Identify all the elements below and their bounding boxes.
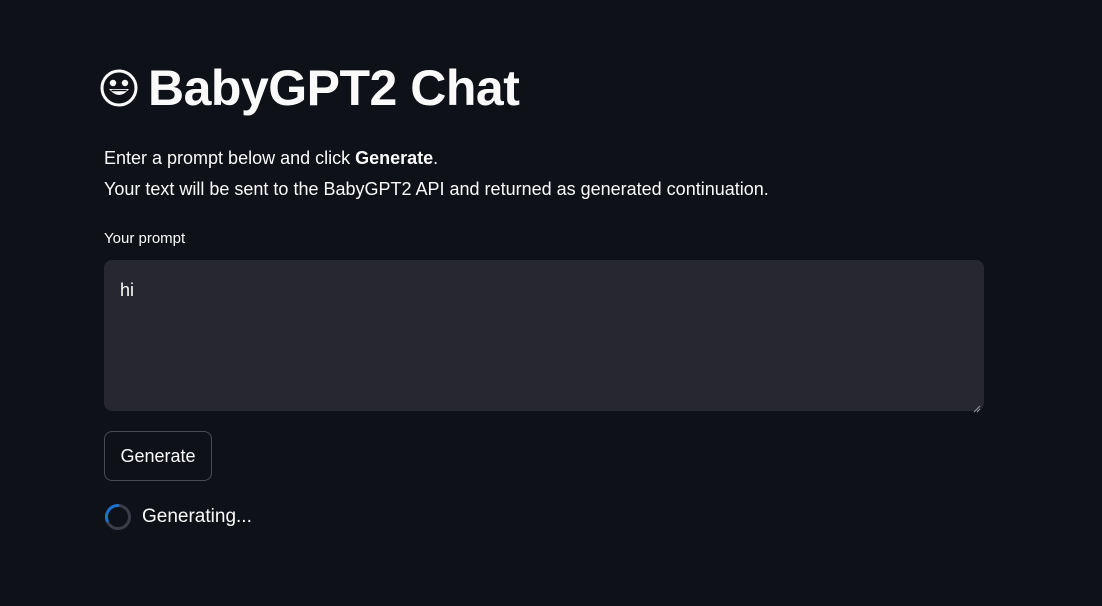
status-text: Generating... — [142, 506, 252, 527]
resize-handle-icon[interactable] — [973, 400, 981, 413]
status-indicator: Generating... — [104, 502, 252, 532]
intro-line-1-prefix: Enter a prompt below and click — [104, 148, 356, 168]
page-header: BabyGPT2 Chat — [100, 58, 520, 118]
intro-line-1-suffix: . — [433, 148, 439, 168]
prompt-textarea-container[interactable]: hi — [104, 260, 984, 413]
intro-line-1: Enter a prompt below and click Generate. — [104, 143, 769, 174]
intro-text: Enter a prompt below and click Generate.… — [104, 143, 769, 205]
grinning-face-icon — [100, 69, 138, 107]
intro-line-2: Your text will be sent to the BabyGPT2 A… — [104, 179, 769, 199]
generate-button[interactable]: Generate — [104, 431, 212, 481]
intro-line-1-bold: Generate — [355, 148, 434, 168]
page-title: BabyGPT2 Chat — [148, 60, 520, 116]
prompt-label: Your prompt — [104, 230, 186, 247]
prompt-textarea[interactable]: hi — [104, 260, 984, 411]
spinner-icon — [104, 503, 132, 531]
